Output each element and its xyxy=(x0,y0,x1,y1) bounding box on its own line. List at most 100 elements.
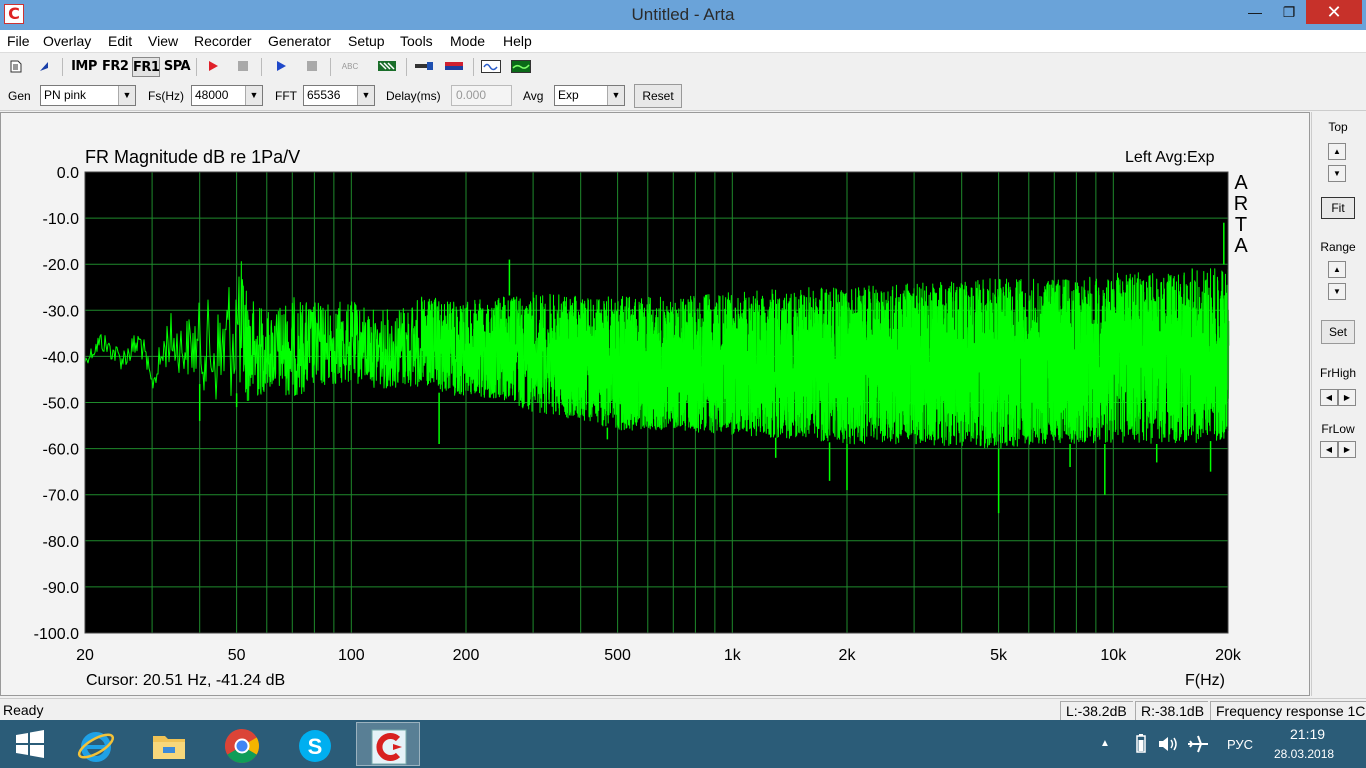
menu-mode[interactable]: Mode xyxy=(450,33,485,49)
right-control-panel: Top ▲ ▼ Fit Range ▲ ▼ Set FrHigh ◀ ▶ FrL… xyxy=(1311,112,1366,696)
internet-explorer-icon[interactable] xyxy=(64,722,128,766)
clock-time[interactable]: 21:19 xyxy=(1290,726,1325,742)
oscilloscope-icon[interactable] xyxy=(479,57,503,77)
top-up-button[interactable]: ▲ xyxy=(1328,143,1346,160)
menu-file[interactable]: File xyxy=(7,33,30,49)
plot-channel-status: Left Avg:Exp xyxy=(1125,149,1215,166)
imp-button[interactable]: IMP xyxy=(70,57,98,77)
plot-title: FR Magnitude dB re 1Pa/V xyxy=(85,147,301,167)
chevron-down-icon[interactable]: ▼ xyxy=(118,86,135,105)
sample-rate-value: 48000 xyxy=(195,88,229,102)
y-tick-label: -60.0 xyxy=(43,442,80,459)
delay-input[interactable]: 0.000 xyxy=(451,85,512,106)
menu-view[interactable]: View xyxy=(148,33,178,49)
frlow-right-button[interactable]: ▶ xyxy=(1338,441,1356,458)
play-icon[interactable] xyxy=(271,57,291,77)
x-tick-label: 2k xyxy=(839,647,857,664)
x-tick-label: 20 xyxy=(76,647,94,664)
frhigh-label: FrHigh xyxy=(1319,366,1356,380)
generator-value: PN pink xyxy=(44,88,87,102)
x-axis-unit: F(Hz) xyxy=(1185,672,1225,689)
averaging-value: Exp xyxy=(558,88,579,102)
title-bar: C Untitled - Arta — ❐ ✕ xyxy=(0,0,1366,30)
arta-window: C Untitled - Arta — ❐ ✕ File Overlay Edi… xyxy=(0,0,1366,768)
open-icon[interactable] xyxy=(34,57,54,77)
toolbar-separator xyxy=(196,58,197,76)
close-button[interactable]: ✕ xyxy=(1306,0,1362,24)
arta-watermark-letter: A xyxy=(1234,235,1248,257)
color-icon[interactable] xyxy=(376,57,398,77)
toolbar-separator xyxy=(62,58,63,76)
x-tick-label: 200 xyxy=(453,647,480,664)
right-level-status: R:-38.1dB xyxy=(1135,701,1208,720)
toolbar-separator xyxy=(473,58,474,76)
menu-edit[interactable]: Edit xyxy=(108,33,132,49)
chevron-down-icon[interactable]: ▼ xyxy=(245,86,262,105)
frhigh-left-button[interactable]: ◀ xyxy=(1320,389,1338,406)
y-tick-label: -100.0 xyxy=(34,626,79,643)
plot-panel: 0.0 -10.0 -20.0 -30.0 -40.0 -50.0 -60.0 -70.0 -8… xyxy=(0,112,1310,696)
frlow-left-button[interactable]: ◀ xyxy=(1320,441,1338,458)
range-down-button[interactable]: ▼ xyxy=(1328,283,1346,300)
x-tick-label: 20k xyxy=(1215,647,1242,664)
averaging-select[interactable]: Exp ▼ xyxy=(554,85,625,106)
x-tick-label: 50 xyxy=(228,647,246,664)
chrome-icon[interactable] xyxy=(210,722,274,766)
frhigh-right-button[interactable]: ▶ xyxy=(1338,389,1356,406)
toolbar-separator xyxy=(330,58,331,76)
probe-icon[interactable] xyxy=(412,57,436,77)
new-file-icon[interactable] xyxy=(6,57,26,77)
fr1-button[interactable]: FR1 xyxy=(132,57,160,77)
tray-expand-icon[interactable]: ▲ xyxy=(1100,738,1110,749)
sample-rate-select[interactable]: 48000 ▼ xyxy=(191,85,263,106)
arta-watermark-letter: R xyxy=(1233,193,1249,215)
y-tick-label: -30.0 xyxy=(43,303,80,320)
file-explorer-icon[interactable] xyxy=(137,722,201,766)
menu-help[interactable]: Help xyxy=(503,33,532,49)
menu-overlay[interactable]: Overlay xyxy=(43,33,91,49)
generator-select[interactable]: PN pink ▼ xyxy=(40,85,136,106)
airplane-mode-icon[interactable] xyxy=(1187,734,1209,757)
fft-size-select[interactable]: 65536 ▼ xyxy=(303,85,375,106)
status-bar: Ready L:-38.2dB R:-38.1dB Frequency resp… xyxy=(0,698,1366,720)
fr2-button[interactable]: FR2 xyxy=(102,57,129,77)
x-tick-label: 5k xyxy=(990,647,1008,664)
stop-icon[interactable] xyxy=(302,57,322,77)
flag-icon[interactable] xyxy=(442,57,466,77)
arta-watermark: A R T A xyxy=(1233,173,1249,257)
x-tick-label: 10k xyxy=(1100,647,1127,664)
y-tick-label: -20.0 xyxy=(43,257,80,274)
analyzer-icon[interactable] xyxy=(509,57,533,77)
menu-tools[interactable]: Tools xyxy=(400,33,433,49)
svg-text:S: S xyxy=(308,734,323,759)
clock-date[interactable]: 28.03.2018 xyxy=(1274,747,1334,761)
top-down-button[interactable]: ▼ xyxy=(1328,165,1346,182)
windows-start-icon[interactable] xyxy=(0,722,64,766)
abc-icon[interactable]: ABC xyxy=(337,57,363,77)
set-button[interactable]: Set xyxy=(1321,320,1355,344)
spa-button[interactable]: SPA xyxy=(163,57,191,77)
chevron-down-icon[interactable]: ▼ xyxy=(357,86,374,105)
range-up-button[interactable]: ▲ xyxy=(1328,261,1346,278)
record-icon[interactable] xyxy=(203,57,223,77)
y-tick-label: -90.0 xyxy=(43,580,80,597)
frlow-label: FrLow xyxy=(1321,422,1355,436)
fit-button[interactable]: Fit xyxy=(1321,197,1355,219)
menu-setup[interactable]: Setup xyxy=(348,33,385,49)
arta-watermark-letter: T xyxy=(1234,214,1248,236)
range-label: Range xyxy=(1320,240,1356,254)
toolbar: IMP FR2 FR1 SPA ABC xyxy=(0,54,1366,80)
language-indicator[interactable]: РУС xyxy=(1227,737,1253,752)
reset-button[interactable]: Reset xyxy=(634,84,682,108)
arta-icon[interactable] xyxy=(356,722,420,766)
menu-recorder[interactable]: Recorder xyxy=(194,33,252,49)
battery-icon[interactable] xyxy=(1135,734,1147,757)
frequency-response-chart[interactable]: 0.0 -10.0 -20.0 -30.0 -40.0 -50.0 -60.0 -70.0 -8… xyxy=(1,113,1309,695)
chevron-down-icon[interactable]: ▼ xyxy=(607,86,624,105)
mode-status: Frequency response 1C xyxy=(1210,701,1366,720)
skype-icon[interactable]: S xyxy=(283,722,347,766)
volume-icon[interactable] xyxy=(1158,735,1180,756)
stop-icon[interactable] xyxy=(233,57,253,77)
control-bar: Gen PN pink ▼ Fs(Hz) 48000 ▼ FFT 65536 ▼… xyxy=(0,81,1366,111)
menu-generator[interactable]: Generator xyxy=(268,33,331,49)
